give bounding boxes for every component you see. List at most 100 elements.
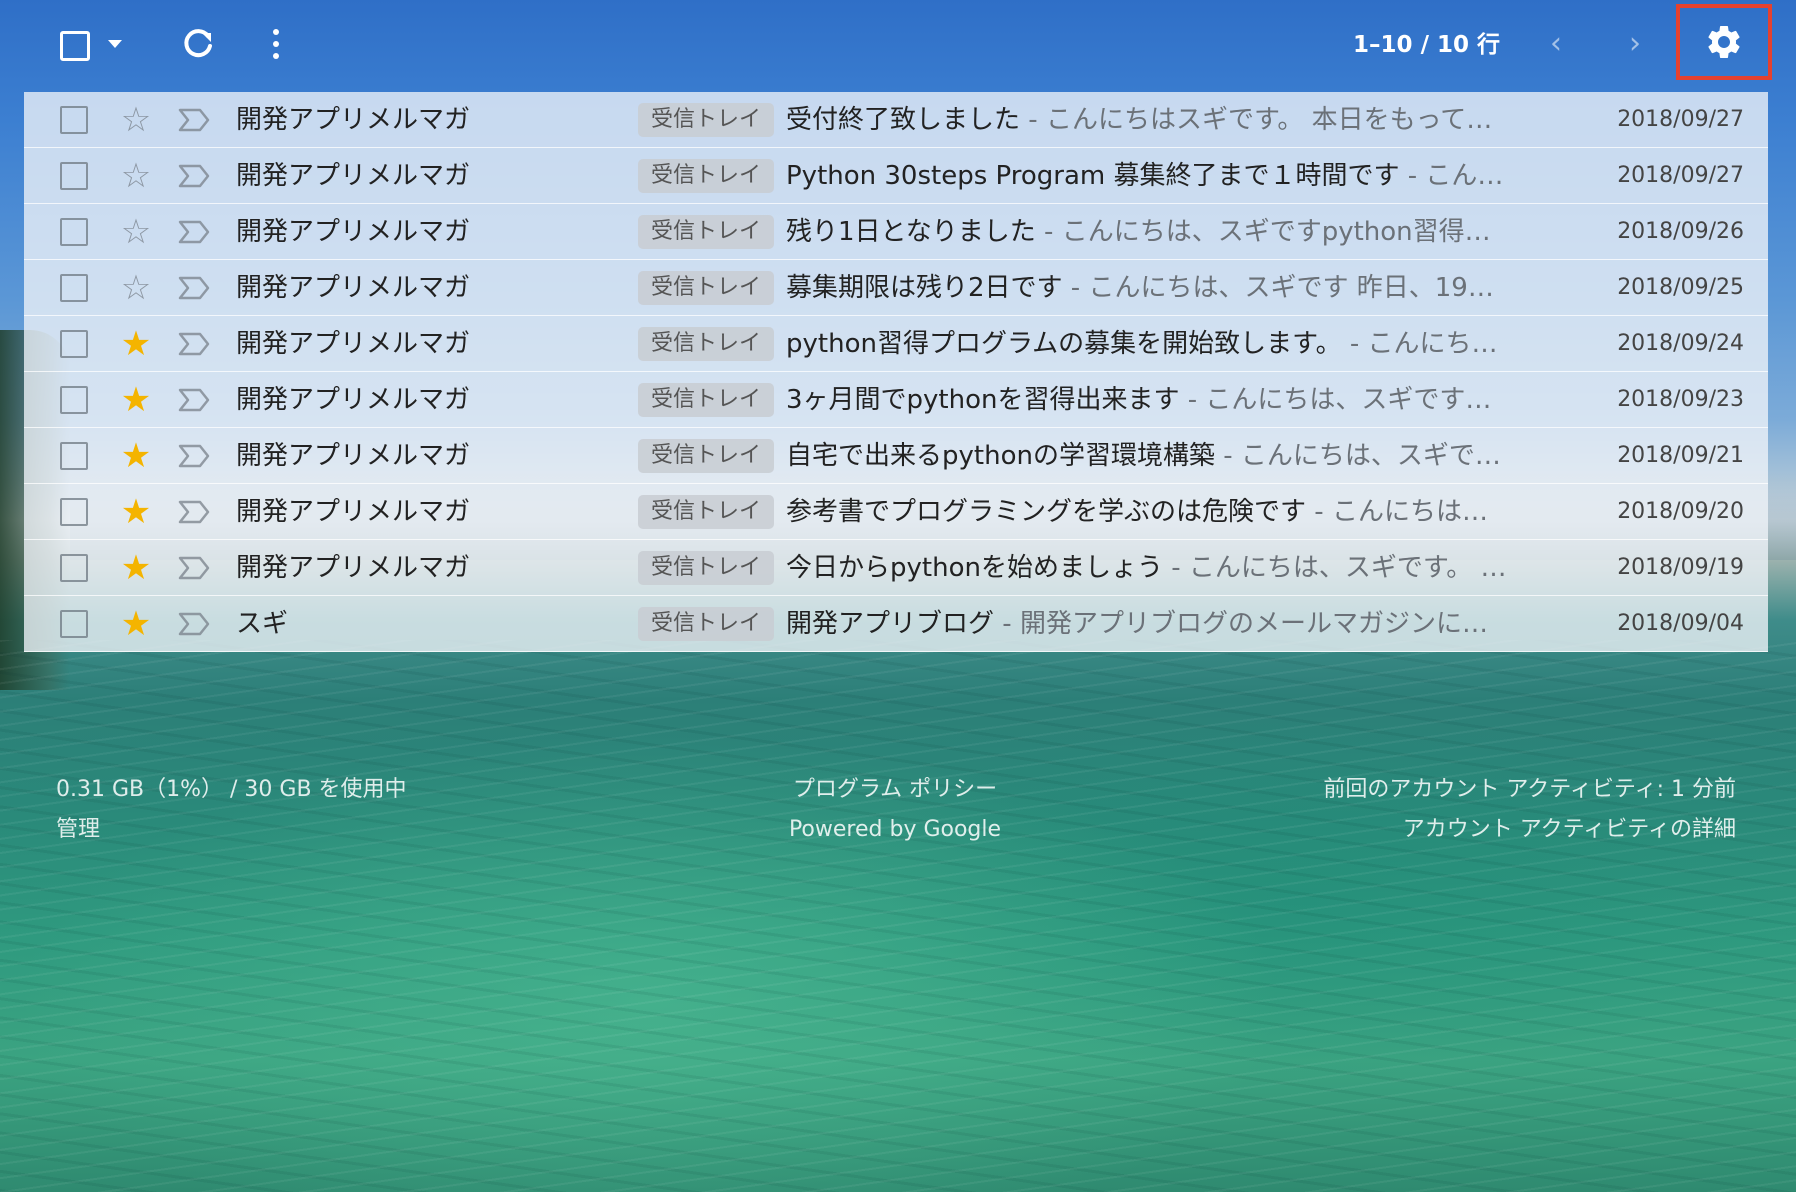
star-icon[interactable]: ★ — [116, 380, 156, 420]
email-snippet: こんにち… — [1367, 329, 1498, 359]
subject-separator: - — [1020, 105, 1046, 135]
subject-separator: - — [1162, 553, 1189, 583]
row-checkbox[interactable] — [60, 106, 88, 134]
account-activity-details-link[interactable]: アカウント アクティビティの詳細 — [1180, 810, 1736, 850]
row-checkbox[interactable] — [60, 274, 88, 302]
email-content: 募集期限は残り2日です - こんにちは、スギです 昨日、19… — [786, 270, 1566, 306]
email-sender: 開発アプリメルマガ — [236, 105, 471, 135]
email-subject: 募集期限は残り2日です — [786, 273, 1063, 303]
select-dropdown-caret-icon[interactable] — [108, 40, 122, 48]
email-content: python習得プログラムの募集を開始致します。 - こんにち… — [786, 326, 1566, 362]
chevron-left-icon[interactable]: ‹ — [1541, 26, 1571, 62]
email-row[interactable]: ★ 開発アプリメルマガ 受信トレイ 自宅で出来るpythonの学習環境構築 - … — [24, 428, 1768, 484]
program-policy-link[interactable]: プログラム ポリシー — [720, 770, 1070, 810]
importance-marker-icon[interactable] — [176, 386, 212, 414]
email-row[interactable]: ★ 開発アプリメルマガ 受信トレイ 今日からpythonを始めましょう - こん… — [24, 540, 1768, 596]
email-content: 3ヶ月間でpythonを習得出来ます - こんにちは、スギです… — [786, 382, 1566, 418]
refresh-icon[interactable] — [178, 24, 218, 64]
email-subject: 受付終了致しました — [786, 105, 1021, 135]
importance-marker-icon[interactable] — [176, 498, 212, 526]
powered-by-google: Powered by Google — [788, 817, 1002, 842]
email-sender: 開発アプリメルマガ — [236, 329, 471, 359]
email-content: 受付終了致しました - こんにちはスギです。 本日をもって… — [786, 102, 1566, 138]
importance-marker-icon[interactable] — [176, 162, 212, 190]
more-vert-icon[interactable] — [262, 24, 290, 64]
email-row[interactable]: ★ 開発アプリメルマガ 受信トレイ 3ヶ月間でpythonを習得出来ます - こ… — [24, 372, 1768, 428]
email-snippet: こんにちは、スギです。 … — [1188, 553, 1507, 583]
email-row[interactable]: ☆ 開発アプリメルマガ 受信トレイ 残り1日となりました - こんにちは、スギで… — [24, 204, 1768, 260]
email-date: 2018/09/27 — [1617, 107, 1744, 132]
email-snippet: こんにちは、スギですpython習得… — [1061, 217, 1491, 247]
row-checkbox[interactable] — [60, 162, 88, 190]
email-row[interactable]: ☆ 開発アプリメルマガ 受信トレイ 受付終了致しました - こんにちはスギです。… — [24, 92, 1768, 148]
email-subject: 自宅で出来るpythonの学習環境構築 — [786, 441, 1215, 471]
star-icon[interactable]: ☆ — [116, 100, 156, 140]
star-icon[interactable]: ☆ — [116, 212, 156, 252]
email-date: 2018/09/20 — [1617, 499, 1744, 524]
email-subject: Python 30steps Program 募集終了まで１時間です — [786, 161, 1400, 191]
subject-separator: - — [1179, 385, 1206, 415]
importance-marker-icon[interactable] — [176, 442, 212, 470]
star-icon[interactable]: ★ — [116, 324, 156, 364]
email-date: 2018/09/25 — [1617, 275, 1744, 300]
subject-separator: - — [1306, 497, 1332, 527]
footer: 0.31 GB（1%） / 30 GB を使用中 管理 プログラム ポリシー P… — [0, 770, 1796, 860]
row-checkbox[interactable] — [60, 498, 88, 526]
importance-marker-icon[interactable] — [176, 106, 212, 134]
email-date: 2018/09/04 — [1617, 611, 1744, 636]
email-row[interactable]: ☆ 開発アプリメルマガ 受信トレイ 募集期限は残り2日です - こんにちは、スギ… — [24, 260, 1768, 316]
inbox-label-badge: 受信トレイ — [638, 439, 774, 473]
email-row[interactable]: ★ 開発アプリメルマガ 受信トレイ 参考書でプログラミングを学ぶのは危険です -… — [24, 484, 1768, 540]
email-row[interactable]: ★ スギ 受信トレイ 開発アプリブログ - 開発アプリブログのメールマガジンに…… — [24, 596, 1768, 652]
email-snippet: こんにちは、スギです… — [1205, 385, 1492, 415]
importance-marker-icon[interactable] — [176, 610, 212, 638]
inbox-label-badge: 受信トレイ — [638, 271, 774, 305]
importance-marker-icon[interactable] — [176, 218, 212, 246]
email-subject: 参考書でプログラミングを学ぶのは危険です — [786, 497, 1307, 527]
manage-link[interactable]: 管理 — [56, 810, 576, 850]
star-icon[interactable]: ★ — [116, 492, 156, 532]
email-list: ☆ 開発アプリメルマガ 受信トレイ 受付終了致しました - こんにちはスギです。… — [24, 92, 1768, 652]
email-date: 2018/09/21 — [1617, 443, 1744, 468]
email-content: 参考書でプログラミングを学ぶのは危険です - こんにちは… — [786, 494, 1566, 530]
email-row[interactable]: ☆ 開発アプリメルマガ 受信トレイ Python 30steps Program… — [24, 148, 1768, 204]
star-icon[interactable]: ★ — [116, 548, 156, 588]
email-date: 2018/09/19 — [1617, 555, 1744, 580]
subject-separator: - — [994, 609, 1020, 639]
settings-button[interactable] — [1676, 4, 1772, 80]
toolbar: 1–10 / 10 行 ‹ › — [0, 0, 1796, 90]
email-sender: 開発アプリメルマガ — [236, 385, 471, 415]
email-snippet: こんにちはスギです。 本日をもって… — [1045, 105, 1493, 135]
select-all-checkbox[interactable] — [60, 31, 90, 61]
email-sender: スギ — [236, 609, 289, 639]
email-content: 残り1日となりました - こんにちは、スギですpython習得… — [786, 214, 1566, 250]
star-icon[interactable]: ☆ — [116, 268, 156, 308]
row-checkbox[interactable] — [60, 330, 88, 358]
lake-background — [0, 640, 1796, 1192]
importance-marker-icon[interactable] — [176, 554, 212, 582]
email-snippet: こんにちは、スギです 昨日、19… — [1088, 273, 1494, 303]
chevron-right-icon[interactable]: › — [1620, 26, 1650, 62]
email-snippet: こんにちは、スギで… — [1240, 441, 1501, 471]
importance-marker-icon[interactable] — [176, 274, 212, 302]
row-checkbox[interactable] — [60, 386, 88, 414]
row-checkbox[interactable] — [60, 554, 88, 582]
email-row[interactable]: ★ 開発アプリメルマガ 受信トレイ python習得プログラムの募集を開始致しま… — [24, 316, 1768, 372]
star-icon[interactable]: ☆ — [116, 156, 156, 196]
email-subject: python習得プログラムの募集を開始致します。 — [786, 329, 1342, 359]
email-content: 自宅で出来るpythonの学習環境構築 - こんにちは、スギで… — [786, 438, 1566, 474]
row-checkbox[interactable] — [60, 610, 88, 638]
email-sender: 開発アプリメルマガ — [236, 217, 471, 247]
inbox-label-badge: 受信トレイ — [638, 551, 774, 585]
star-icon[interactable]: ★ — [116, 436, 156, 476]
row-checkbox[interactable] — [60, 442, 88, 470]
email-sender: 開発アプリメルマガ — [236, 497, 471, 527]
email-sender: 開発アプリメルマガ — [236, 553, 471, 583]
inbox-label-badge: 受信トレイ — [638, 215, 774, 249]
inbox-label-badge: 受信トレイ — [638, 103, 774, 137]
star-icon[interactable]: ★ — [116, 604, 156, 644]
email-subject: 開発アプリブログ — [786, 609, 995, 639]
email-content: 開発アプリブログ - 開発アプリブログのメールマガジンに… — [786, 606, 1566, 642]
importance-marker-icon[interactable] — [176, 330, 212, 358]
row-checkbox[interactable] — [60, 218, 88, 246]
